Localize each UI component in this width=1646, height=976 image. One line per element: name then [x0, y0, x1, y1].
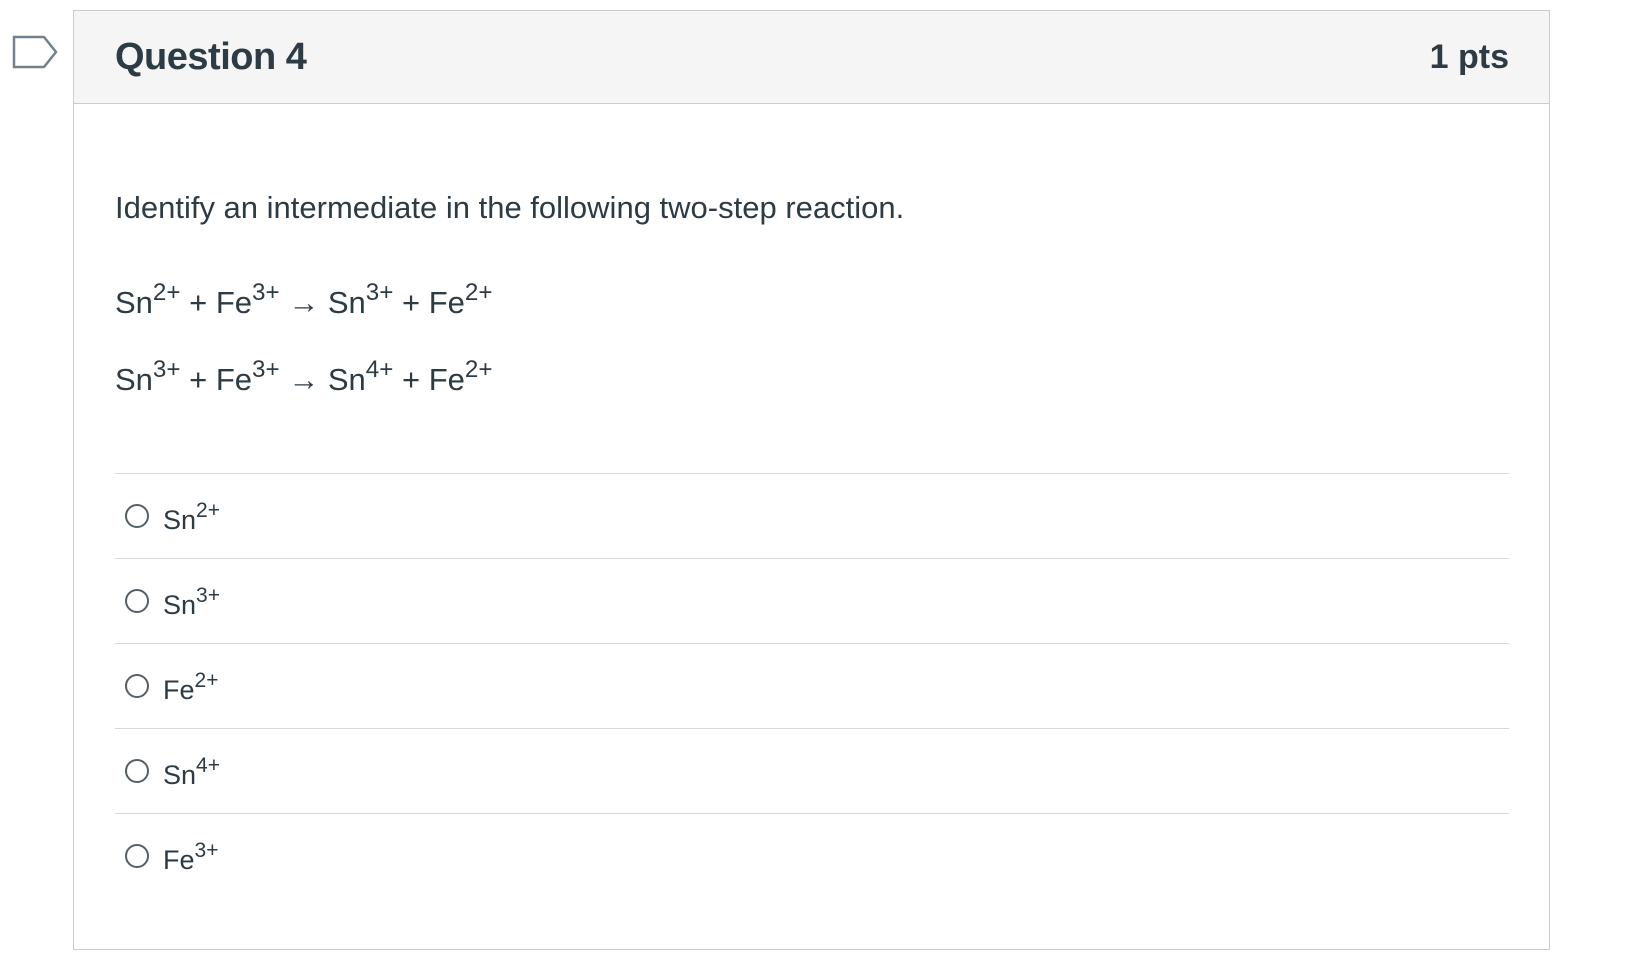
product-1-charge: 4+: [365, 356, 394, 384]
reactant-1: Sn: [115, 285, 153, 320]
product-1: Sn: [327, 285, 366, 320]
reactant-1-charge: 3+: [152, 356, 181, 384]
answer-option[interactable]: Sn4+: [115, 729, 1509, 814]
plus-sign: +: [401, 285, 421, 320]
flag-question-button[interactable]: [12, 35, 60, 73]
answer-radio[interactable]: [125, 504, 149, 528]
answer-list: Sn2+ Sn3+ Fe2+ Sn4+ Fe3+: [115, 473, 1509, 898]
question-points: 1 pts: [1429, 37, 1509, 76]
answer-radio[interactable]: [125, 589, 149, 613]
reactant-2: Fe: [215, 362, 253, 397]
plus-sign: +: [189, 285, 208, 320]
question-body: Identify an intermediate in the followin…: [74, 188, 1549, 898]
plus-sign: +: [401, 362, 421, 397]
product-2: Fe: [428, 362, 465, 397]
answer-label: Fe2+: [163, 669, 219, 705]
question-card: Question 4 1 pts Identify an intermediat…: [73, 10, 1550, 950]
answer-label: Fe3+: [163, 839, 219, 875]
reactant-1-charge: 2+: [152, 279, 181, 307]
answer-label: Sn2+: [163, 499, 221, 535]
product-1-charge: 3+: [365, 279, 394, 307]
question-title: Question 4: [115, 35, 307, 78]
reaction-step-1: Sn2+ + Fe3+ → Sn3+ + Fe2+: [115, 281, 1509, 323]
reaction-arrow: →: [288, 362, 320, 397]
reaction-arrow: →: [288, 285, 320, 320]
answer-option[interactable]: Fe2+: [115, 644, 1509, 729]
answer-radio[interactable]: [125, 844, 149, 868]
question-prompt: Identify an intermediate in the followin…: [115, 190, 905, 225]
answer-radio[interactable]: [125, 674, 149, 698]
product-2-charge: 2+: [464, 279, 493, 307]
reactant-2-charge: 3+: [252, 279, 280, 307]
answer-option[interactable]: Fe3+: [115, 814, 1509, 898]
reactant-2-charge: 3+: [252, 356, 280, 384]
product-1: Sn: [327, 362, 366, 397]
reactant-2: Fe: [215, 285, 253, 320]
plus-sign: +: [189, 362, 208, 397]
answer-option[interactable]: Sn3+: [115, 559, 1509, 644]
product-2-charge: 2+: [464, 356, 493, 384]
answer-radio[interactable]: [125, 759, 149, 783]
reaction-step-2: Sn3+ + Fe3+ → Sn4+ + Fe2+: [115, 358, 1509, 400]
reactant-1: Sn: [115, 362, 153, 397]
question-header: Question 4 1 pts: [74, 11, 1549, 104]
flag-bookmark-icon: [12, 35, 58, 69]
product-2: Fe: [428, 285, 465, 320]
answer-label: Sn3+: [163, 584, 221, 620]
answer-option[interactable]: Sn2+: [115, 474, 1509, 559]
answer-label: Sn4+: [163, 754, 221, 790]
